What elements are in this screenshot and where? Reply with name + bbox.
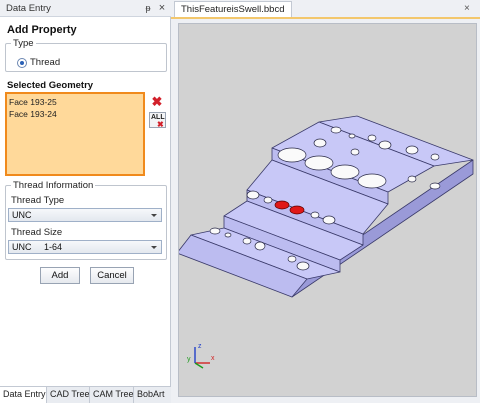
- hole: [287, 255, 297, 263]
- hole: [378, 140, 392, 150]
- hole: [277, 147, 307, 163]
- delete-all-icon: ✖: [157, 120, 164, 129]
- tab-cad-tree[interactable]: CAD Tree: [47, 387, 90, 403]
- axis-z-label: z: [198, 343, 202, 350]
- thread-information-legend: Thread Information: [13, 180, 94, 191]
- hole: [322, 215, 336, 225]
- axis-triad: [194, 347, 210, 369]
- hole: [209, 227, 221, 235]
- document-tab[interactable]: ThisFeatureisSwell.bbcd: [174, 1, 292, 18]
- list-item[interactable]: Face 193-25: [9, 96, 141, 108]
- hole: [429, 182, 441, 190]
- hole: [310, 211, 320, 219]
- chevron-down-icon: [151, 246, 157, 249]
- pane-title-text: Data Entry: [6, 3, 51, 14]
- hole: [348, 133, 356, 139]
- delete-all-button[interactable]: ALL ✖: [149, 112, 166, 129]
- type-group-legend: Type: [13, 38, 34, 49]
- pane-tab-strip: Data Entry CAD Tree CAM Tree BobArt: [0, 386, 171, 403]
- thread-size-value: UNC 1-64: [12, 242, 63, 252]
- hole: [430, 153, 440, 161]
- thread-type-value: UNC: [12, 210, 32, 220]
- cancel-button[interactable]: Cancel: [90, 267, 134, 284]
- add-button[interactable]: Add: [40, 267, 80, 284]
- axis-x-label: x: [211, 355, 215, 362]
- selected-geometry-label: Selected Geometry: [7, 80, 94, 91]
- hole: [254, 241, 266, 251]
- hole: [224, 232, 232, 238]
- thread-radio-label[interactable]: Thread: [30, 57, 60, 68]
- chevron-down-icon: [151, 214, 157, 217]
- hole: [330, 126, 342, 134]
- tab-cam-tree[interactable]: CAM Tree: [90, 387, 134, 403]
- hole: [330, 164, 360, 180]
- thread-radio[interactable]: [17, 58, 27, 68]
- selected-face-193-25: [274, 200, 290, 210]
- part-model[interactable]: x y z: [176, 24, 476, 396]
- tab-bobart[interactable]: BobArt: [134, 387, 171, 403]
- hole: [296, 261, 310, 271]
- thread-type-dropdown[interactable]: UNC: [8, 208, 162, 222]
- hole: [367, 134, 377, 142]
- hole: [313, 138, 327, 148]
- thread-type-label: Thread Type: [11, 195, 65, 206]
- hole: [246, 190, 260, 200]
- close-icon[interactable]: ×: [156, 2, 168, 14]
- tab-data-entry[interactable]: Data Entry: [0, 387, 47, 403]
- pin-icon[interactable]: ᵽ: [142, 2, 154, 14]
- selected-face-193-24: [289, 205, 305, 215]
- axis-y-label: y: [187, 356, 191, 363]
- hole: [405, 145, 419, 155]
- data-entry-pane: Data Entry ᵽ × Add Property Type Thread …: [0, 0, 171, 403]
- tab-underline: [171, 17, 480, 19]
- hole: [263, 196, 273, 204]
- add-property-heading: Add Property: [7, 24, 77, 36]
- list-item[interactable]: Face 193-24: [9, 108, 141, 120]
- thread-size-dropdown[interactable]: UNC 1-64: [8, 240, 162, 254]
- hole: [304, 155, 334, 171]
- 3d-viewport[interactable]: x y z: [176, 23, 477, 397]
- close-icon[interactable]: ×: [464, 3, 470, 14]
- hole: [357, 173, 387, 189]
- hole: [242, 237, 252, 245]
- delete-selection-icon[interactable]: ✖: [150, 95, 164, 109]
- thread-size-label: Thread Size: [11, 227, 63, 238]
- document-area: ThisFeatureisSwell.bbcd × x y z: [171, 0, 480, 403]
- selected-geometry-list[interactable]: Face 193-25 Face 193-24: [5, 92, 145, 176]
- hole: [350, 148, 360, 156]
- hole: [407, 175, 417, 183]
